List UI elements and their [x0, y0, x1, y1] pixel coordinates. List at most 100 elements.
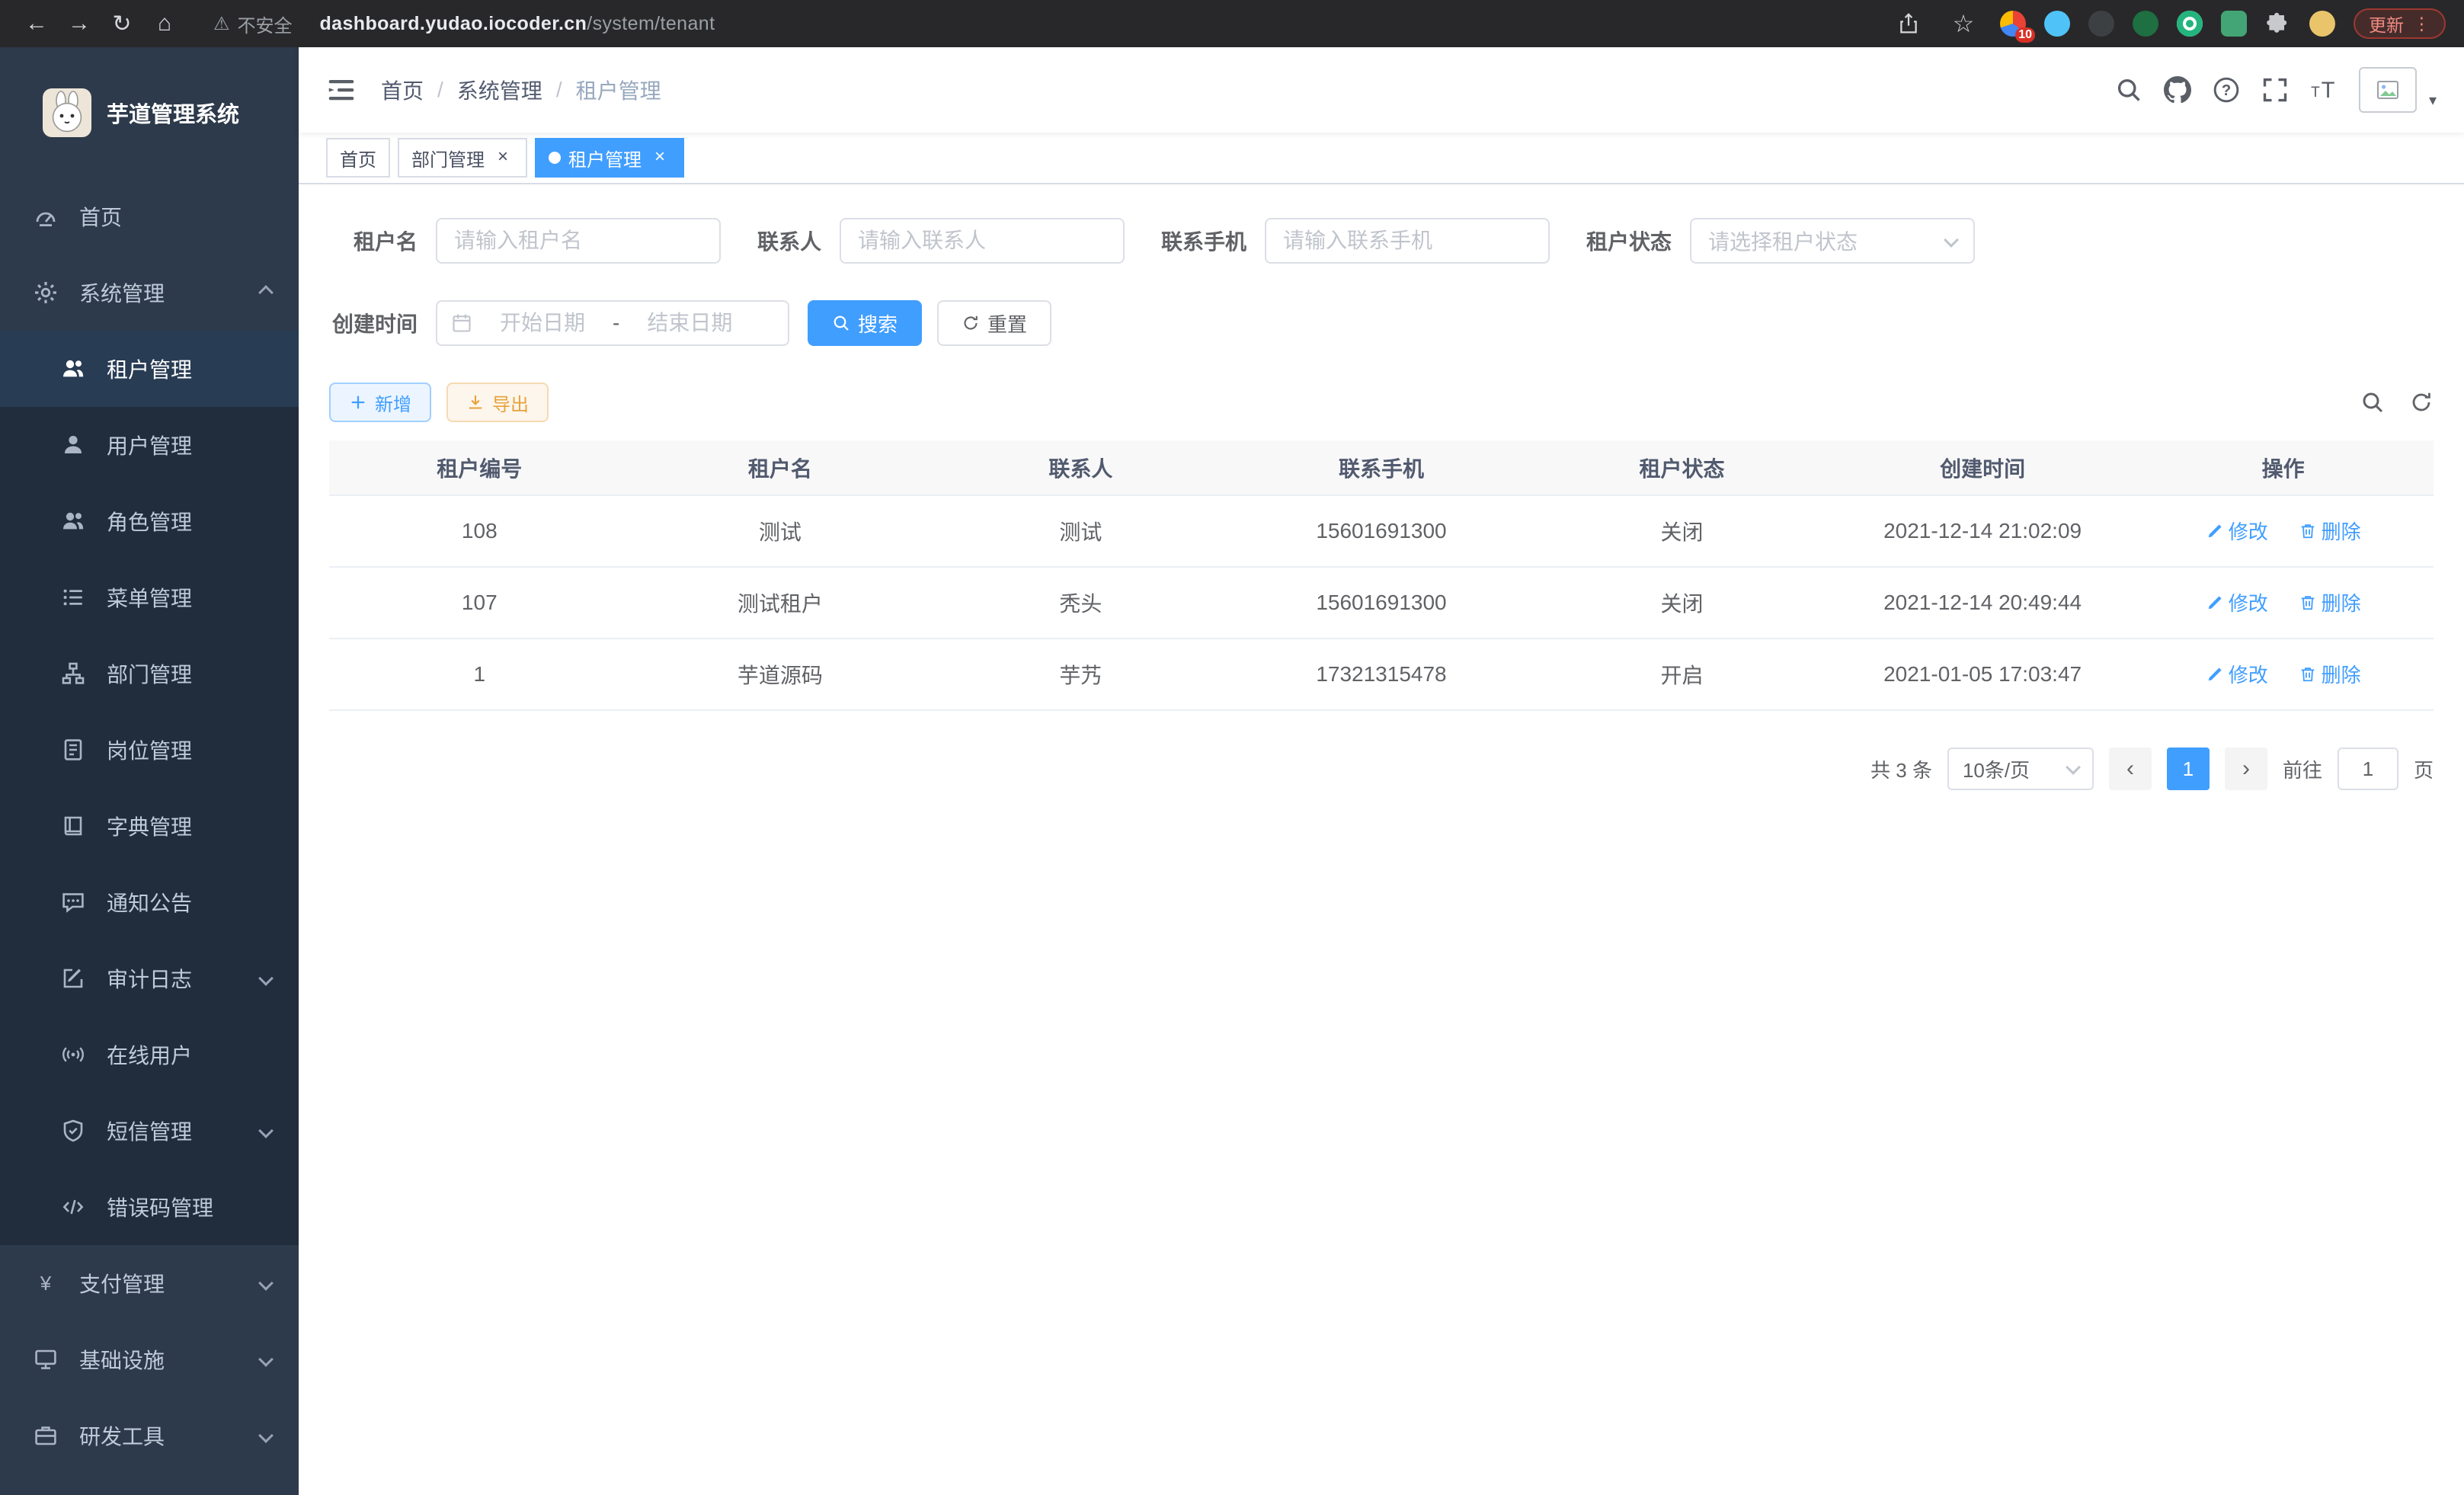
caret-down-icon[interactable]: ▾ — [2429, 91, 2437, 110]
site-security-indicator[interactable]: ⚠ 不安全 — [213, 11, 293, 37]
close-icon[interactable]: × — [492, 147, 514, 168]
page-unit-label: 页 — [2414, 755, 2434, 783]
sidebar-item-audit-log[interactable]: 审计日志 — [0, 940, 299, 1016]
edit-button[interactable]: 修改 — [2206, 517, 2268, 545]
extension-icon-4[interactable] — [2133, 11, 2158, 37]
pencil-icon — [2206, 594, 2224, 612]
tenant-status-select[interactable]: 请选择租户状态 — [1690, 218, 1975, 264]
sidebar-item-label: 岗位管理 — [107, 735, 192, 765]
sidebar-item-label: 部门管理 — [107, 658, 192, 689]
delete-button[interactable]: 删除 — [2299, 660, 2361, 688]
end-date-input[interactable] — [626, 311, 754, 335]
header-search-icon[interactable] — [2115, 76, 2142, 104]
delete-button[interactable]: 删除 — [2299, 517, 2361, 545]
start-date-input[interactable] — [478, 311, 606, 335]
sidebar-item-online-user[interactable]: 在线用户 — [0, 1016, 299, 1093]
github-icon[interactable] — [2164, 76, 2191, 104]
sidebar-collapse-button[interactable] — [326, 75, 357, 105]
extension-icon-6[interactable] — [2221, 11, 2247, 37]
extension-icon-5[interactable] — [2177, 11, 2203, 37]
tenant-name-input[interactable] — [436, 218, 721, 264]
forward-button[interactable]: → — [61, 5, 98, 42]
sidebar-item-system[interactable]: 系统管理 — [0, 255, 299, 331]
sidebar-item-sms[interactable]: 短信管理 — [0, 1093, 299, 1169]
reset-button[interactable]: 重置 — [937, 300, 1051, 346]
cell-id: 1 — [329, 639, 630, 710]
cell-phone: 15601691300 — [1231, 495, 1532, 567]
page-size-select[interactable]: 10条/页 — [1947, 748, 2094, 790]
reload-button[interactable]: ↻ — [104, 5, 140, 42]
sidebar-item-dict[interactable]: 字典管理 — [0, 788, 299, 864]
extension-icon-3[interactable] — [2088, 11, 2114, 37]
cell-contact: 测试 — [930, 495, 1231, 567]
extension-icon-2[interactable] — [2044, 11, 2070, 37]
back-button[interactable]: ← — [18, 5, 55, 42]
breadcrumb-item-home[interactable]: 首页 — [381, 75, 424, 105]
column-header-phone: 联系手机 — [1231, 440, 1532, 495]
sidebar-item-notice[interactable]: 通知公告 — [0, 864, 299, 940]
extension-icon-1[interactable]: 10 — [2000, 11, 2026, 37]
cell-phone: 15601691300 — [1231, 567, 1532, 639]
sidebar-item-dept[interactable]: 部门管理 — [0, 635, 299, 712]
sidebar-item-label: 通知公告 — [107, 887, 192, 917]
help-icon[interactable] — [2213, 76, 2240, 104]
menu-list-icon — [61, 585, 85, 610]
next-page-button[interactable]: › — [2225, 748, 2267, 790]
refresh-table-icon[interactable] — [2409, 390, 2434, 415]
tab-dept[interactable]: 部门管理 × — [398, 138, 527, 178]
toggle-search-icon[interactable] — [2360, 390, 2385, 415]
contact-phone-label: 联系手机 — [1161, 226, 1246, 256]
sidebar-item-payment[interactable]: 支付管理 — [0, 1245, 299, 1321]
profile-avatar-icon[interactable] — [2309, 11, 2335, 37]
address-bar[interactable]: dashboard.yudao.iocoder.cn/system/tenant — [320, 13, 715, 35]
search-button[interactable]: 搜索 — [808, 300, 922, 346]
browser-update-button[interactable]: 更新 ⋮ — [2354, 8, 2446, 39]
add-button[interactable]: 新增 — [329, 383, 431, 422]
column-header-contact: 联系人 — [930, 440, 1231, 495]
export-button[interactable]: 导出 — [446, 383, 549, 422]
sidebar-item-tenant[interactable]: 租户管理 — [0, 331, 299, 407]
breadcrumb-separator: / — [556, 78, 562, 102]
warning-icon: ⚠ — [213, 13, 230, 35]
trash-icon — [2299, 522, 2317, 540]
calendar-icon — [451, 312, 472, 334]
app-logo-row[interactable]: 芋道管理系统 — [0, 47, 299, 178]
contact-input[interactable] — [840, 218, 1125, 264]
cell-name: 芋道源码 — [630, 639, 931, 710]
prev-page-button[interactable]: ‹ — [2109, 748, 2152, 790]
breadcrumb-item-system[interactable]: 系统管理 — [457, 75, 542, 105]
bookmark-star-button[interactable]: ☆ — [1945, 5, 1982, 42]
reset-button-label: 重置 — [987, 309, 1027, 338]
code-icon — [61, 1195, 85, 1219]
goto-page-input[interactable] — [2338, 748, 2398, 790]
font-size-icon[interactable] — [2310, 76, 2338, 104]
sidebar-item-user[interactable]: 用户管理 — [0, 407, 299, 483]
avatar[interactable] — [2359, 67, 2417, 113]
sidebar-item-menu[interactable]: 菜单管理 — [0, 559, 299, 635]
home-button[interactable]: ⌂ — [146, 5, 183, 42]
edit-button[interactable]: 修改 — [2206, 660, 2268, 688]
sidebar-item-devtools[interactable]: 研发工具 — [0, 1397, 299, 1474]
sidebar-item-label: 用户管理 — [107, 430, 192, 460]
edit-button[interactable]: 修改 — [2206, 588, 2268, 616]
url-domain: dashboard.yudao.iocoder.cn — [320, 13, 587, 34]
column-header-actions: 操作 — [2133, 440, 2434, 495]
sidebar-item-label: 字典管理 — [107, 811, 192, 841]
sidebar-item-error-code[interactable]: 错误码管理 — [0, 1169, 299, 1245]
contact-phone-input[interactable] — [1265, 218, 1550, 264]
close-icon[interactable]: × — [649, 147, 670, 168]
share-button[interactable] — [1890, 5, 1927, 42]
delete-button[interactable]: 删除 — [2299, 588, 2361, 616]
page-number-button[interactable]: 1 — [2167, 748, 2210, 790]
fullscreen-icon[interactable] — [2261, 76, 2289, 104]
tab-tenant[interactable]: 租户管理 × — [535, 138, 684, 178]
filter-row-2: 创建时间 - 搜索 重置 — [329, 300, 2434, 346]
sidebar-item-post[interactable]: 岗位管理 — [0, 712, 299, 788]
sidebar-item-role[interactable]: 角色管理 — [0, 483, 299, 559]
extensions-puzzle-icon[interactable] — [2265, 11, 2291, 37]
sidebar-item-infra[interactable]: 基础设施 — [0, 1321, 299, 1397]
tab-home[interactable]: 首页 — [326, 138, 390, 178]
browser-chrome: ← → ↻ ⌂ ⚠ 不安全 dashboard.yudao.iocoder.cn… — [0, 0, 2464, 47]
sidebar-item-home[interactable]: 首页 — [0, 178, 299, 255]
create-time-range-picker[interactable]: - — [436, 300, 789, 346]
